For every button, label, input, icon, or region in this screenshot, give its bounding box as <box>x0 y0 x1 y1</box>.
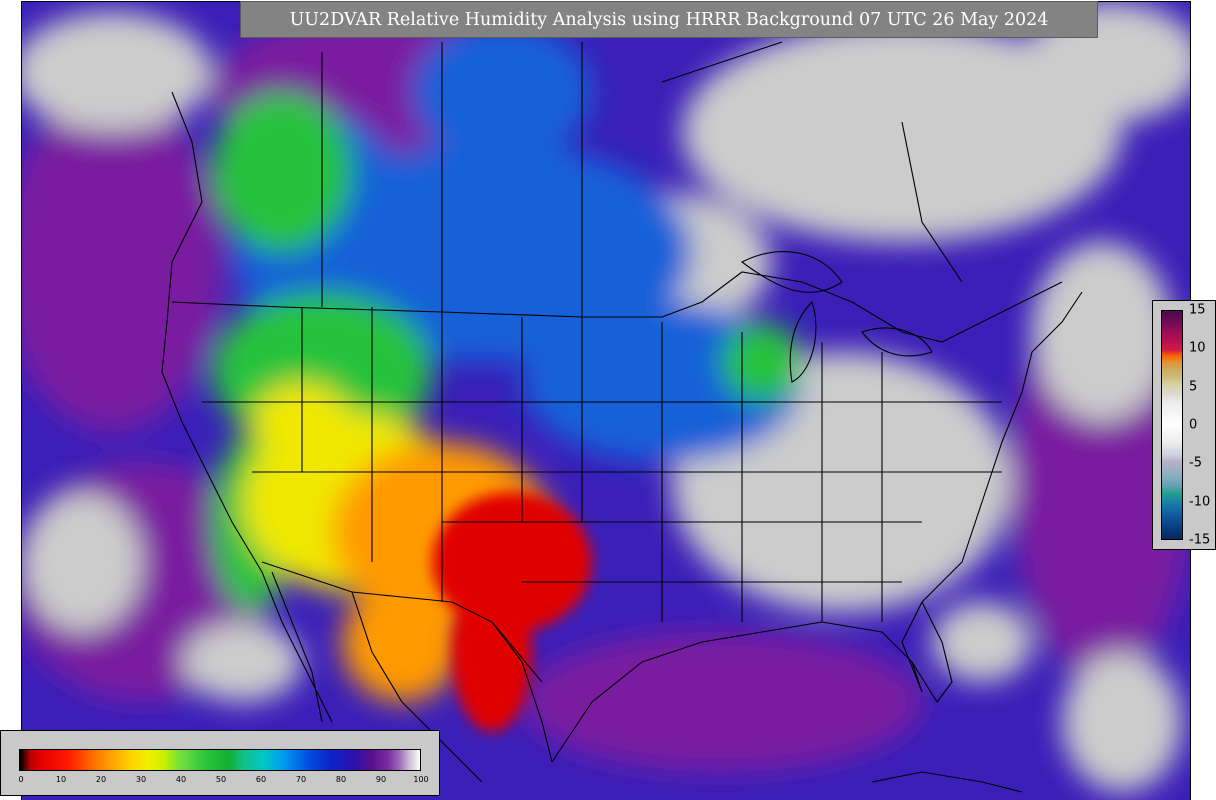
rh-tick-label: 90 <box>375 775 387 784</box>
increment-tick-label: 10 <box>1189 340 1206 356</box>
increment-colorbar-ramp <box>1161 310 1183 540</box>
rh-tick-label: 80 <box>335 775 347 784</box>
increment-tick-label: 0 <box>1189 417 1198 433</box>
rh-tick-label: 100 <box>413 775 429 784</box>
rh-tick-label: 20 <box>95 775 107 784</box>
rh-colorbar-ramp <box>19 749 421 771</box>
map-viewer: UU2DVAR Relative Humidity Analysis using… <box>0 0 1216 800</box>
land-region <box>412 22 592 162</box>
increment-tick-label: -15 <box>1189 532 1211 548</box>
increment-colorbar: 15 10 5 0 -5 -10 -15 <box>1152 300 1216 550</box>
increment-tick-label: -5 <box>1189 455 1202 471</box>
rh-tick-label: 30 <box>135 775 147 784</box>
increment-tick-label: 5 <box>1189 379 1198 395</box>
map-title: UU2DVAR Relative Humidity Analysis using… <box>240 1 1098 38</box>
rh-tick-label: 60 <box>255 775 267 784</box>
map-canvas <box>22 2 1190 800</box>
sat-region <box>22 492 142 632</box>
rh-colorbar: 0 10 20 30 40 50 60 70 80 90 100 <box>0 730 440 796</box>
rh-tick-label: 40 <box>175 775 187 784</box>
orange-region <box>342 582 462 702</box>
humidity-map <box>21 1 1191 800</box>
sat-region <box>1062 652 1182 792</box>
sat-region <box>182 622 302 702</box>
green-region <box>212 92 352 252</box>
rh-tick-label: 0 <box>18 775 24 784</box>
rh-tick-label: 10 <box>55 775 67 784</box>
rh-tick-label: 50 <box>215 775 227 784</box>
increment-tick-label: -10 <box>1189 494 1211 510</box>
rh-tick-label: 70 <box>295 775 307 784</box>
increment-tick-label: 15 <box>1189 302 1206 318</box>
sat-region <box>1032 242 1172 422</box>
sat-region <box>932 602 1032 682</box>
purple-region <box>522 632 922 772</box>
dry-region <box>512 502 572 582</box>
dry-region <box>452 572 532 732</box>
